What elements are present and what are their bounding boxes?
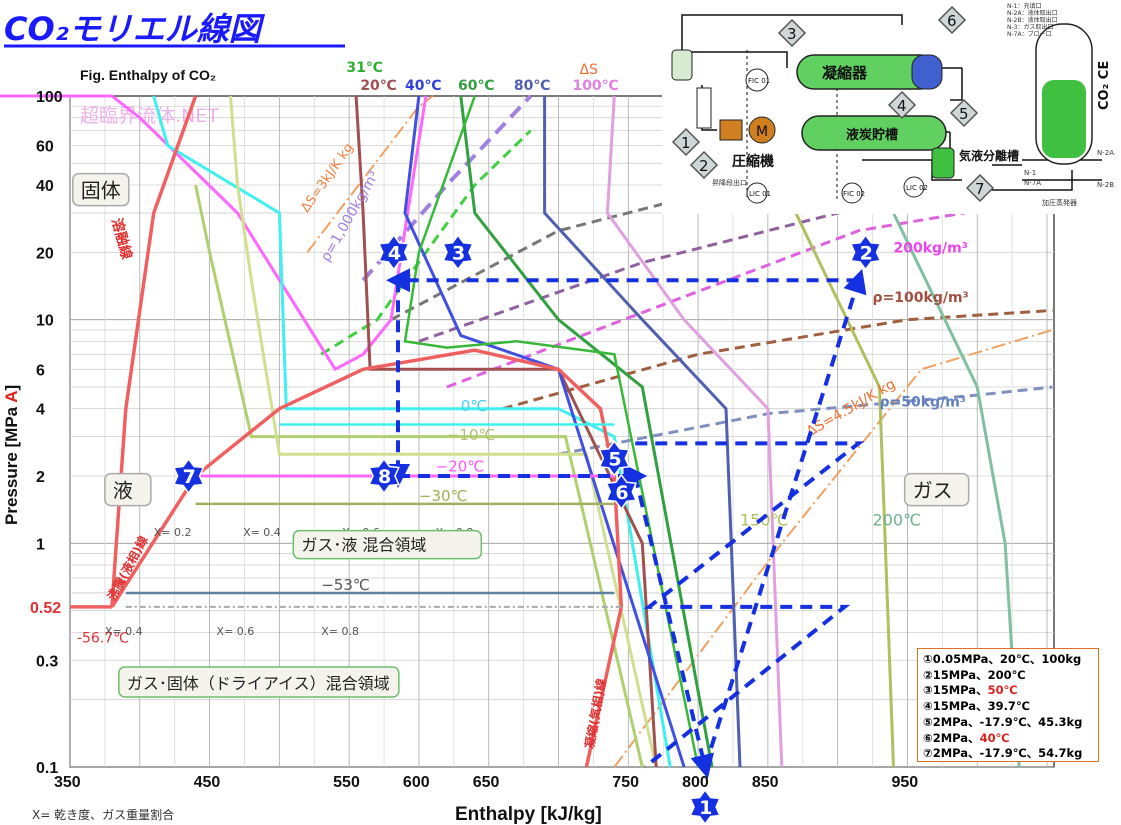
cycle-point-8-label: 8 bbox=[378, 466, 391, 488]
schematic-callout-label: 5 bbox=[959, 105, 969, 123]
schematic-callout-label: 7 bbox=[975, 180, 985, 198]
n2a-label: N-2A bbox=[1097, 149, 1114, 157]
label-rho-200: 200kg/m³ bbox=[893, 240, 967, 256]
label-rho-50: ρ=50kg/m³ bbox=[880, 394, 966, 410]
fic2-label: FIC 02 bbox=[843, 190, 865, 198]
schematic-callout-label: 2 bbox=[699, 157, 709, 175]
fig-caption: Fig. Enthalpy of CO₂ bbox=[80, 67, 216, 83]
label-temp-m10: −10℃ bbox=[447, 426, 496, 444]
schematic-callout-label: 3 bbox=[787, 25, 797, 43]
label-temp-0: 0℃ bbox=[461, 397, 487, 415]
condenser-label: 凝縮器 bbox=[822, 64, 868, 82]
compressor-label: 圧縮機 bbox=[732, 153, 774, 170]
lic2-label: LIC 02 bbox=[906, 184, 928, 192]
label-phase-liquid: 液 bbox=[113, 479, 133, 503]
vessel-label: CO₂ CE bbox=[1097, 61, 1112, 110]
x-tick-label: 450 bbox=[194, 774, 221, 791]
x-tick-label: 800 bbox=[682, 774, 709, 791]
outlet-label: 昇降段出口 bbox=[712, 178, 747, 187]
fic1-label: FIC 01 bbox=[748, 77, 770, 85]
label-region-gas-solid: ガス･固体（ドライアイス）混合領域 bbox=[127, 674, 390, 693]
label-quality: X= 0.4 bbox=[243, 526, 281, 539]
label-temp-m30: −30℃ bbox=[419, 487, 468, 505]
x-tick-label: 950 bbox=[891, 774, 918, 791]
y-tick-label: 0.3 bbox=[36, 653, 58, 670]
y-tick-label: 10 bbox=[36, 313, 54, 330]
separator-label: 気液分離槽 bbox=[959, 148, 1019, 163]
label-temp-m53: −53℃ bbox=[321, 576, 370, 594]
y-tick-label: 100 bbox=[36, 89, 63, 106]
process-schematic: 凝縮器 液炭貯槽 M 圧縮機 昇降段出口 気液分離槽 FIC 01 LIC 01… bbox=[662, 0, 1121, 214]
compressor-icon bbox=[719, 119, 743, 141]
y-tick-label: 20 bbox=[36, 245, 54, 262]
y-tick-label: 6 bbox=[36, 362, 45, 379]
exchanger-icon bbox=[696, 87, 712, 129]
y-tick-label: 0.1 bbox=[36, 760, 58, 777]
label-temp-20: 20℃ bbox=[360, 78, 396, 94]
y-tick-label: 2 bbox=[36, 469, 45, 486]
label-temp-100: 100℃ bbox=[572, 78, 618, 94]
cycle-point-6-label: 6 bbox=[615, 482, 628, 504]
schematic-callout-label: 6 bbox=[947, 12, 957, 30]
y-tick-label: 1 bbox=[36, 536, 45, 553]
state-legend: ①0.05MPa、20℃、100kg ②15MPa、200℃ ③15MPa、50… bbox=[917, 648, 1099, 762]
y-tick-label: 0.52 bbox=[30, 600, 61, 617]
y-tick-label: 40 bbox=[36, 178, 54, 195]
x-tick-label: 850 bbox=[752, 774, 779, 791]
label-ds-top: ΔS bbox=[579, 62, 598, 78]
label-temp-150: 150℃ bbox=[740, 511, 789, 530]
label-temp-200: 200℃ bbox=[873, 511, 922, 530]
cycle-point-2-label: 2 bbox=[860, 242, 873, 264]
y-tick-label: 4 bbox=[36, 402, 45, 419]
quality-note: X= 乾き度、ガス重量割合 bbox=[32, 807, 174, 822]
chart-title: CO₂モリエル線図 bbox=[4, 10, 266, 48]
label-rho-100: ρ=100kg/m³ bbox=[873, 290, 969, 306]
legend-item: ⑤2MPa、-17.9℃、45.3kg bbox=[923, 714, 1083, 729]
motor-label: M bbox=[756, 124, 768, 140]
legend-item: ④15MPa、39.7℃ bbox=[923, 699, 1030, 714]
cycle-point-7-label: 7 bbox=[183, 466, 196, 488]
legend-item: ⑥2MPa、40℃ bbox=[923, 730, 1010, 745]
label-region-gas-liquid: ガス･液 混合領域 bbox=[301, 536, 426, 555]
label-temp-40: 40℃ bbox=[405, 78, 441, 94]
separator-vessel bbox=[931, 147, 955, 179]
legend-item: ③15MPa、50℃ bbox=[923, 683, 1018, 698]
watermark: 超臨界流体.NET bbox=[80, 105, 219, 127]
cycle-point-5-label: 5 bbox=[608, 448, 621, 470]
label-phase-gas: ガス bbox=[913, 479, 953, 503]
label-temp-m20: −20℃ bbox=[436, 457, 485, 475]
n2b-label: N-2B bbox=[1097, 181, 1114, 189]
n7a-label: N-7A bbox=[1024, 179, 1041, 187]
cycle-point-4-label: 4 bbox=[388, 242, 401, 264]
n1-label: N-1 bbox=[1024, 169, 1036, 177]
x-axis-label: Enthalpy [kJ/kg] bbox=[455, 804, 602, 825]
heater-label: 加圧蒸発器 bbox=[1042, 198, 1077, 207]
legend-item: ②15MPa、200℃ bbox=[923, 667, 1026, 682]
label-temp-60: 60℃ bbox=[458, 78, 494, 94]
label-quality: X= 0.8 bbox=[321, 625, 359, 638]
legend-item: ①0.05MPa、20℃、100kg bbox=[923, 652, 1082, 666]
lic1-label: LIC 01 bbox=[749, 190, 771, 198]
label-temp-80: 80℃ bbox=[514, 78, 550, 94]
x-tick-label: 550 bbox=[333, 774, 360, 791]
label-quality: X= 0.2 bbox=[154, 526, 192, 539]
cycle-point-3-label: 3 bbox=[452, 242, 465, 264]
receiver-label: 液炭貯槽 bbox=[846, 127, 898, 143]
label-phase-solid: 固体 bbox=[81, 179, 121, 203]
schematic-callout-label: 1 bbox=[681, 134, 691, 152]
legend-item: ⑦2MPa、-17.9℃、54.7kg bbox=[923, 746, 1083, 761]
y-axis-label: Pressure [MPa A] bbox=[2, 385, 21, 525]
filter-icon bbox=[671, 49, 693, 81]
x-tick-label: 650 bbox=[473, 774, 500, 791]
label-quality: X= 0.4 bbox=[105, 625, 143, 638]
schematic-callout-label: 4 bbox=[897, 97, 907, 115]
y-tick-label: 60 bbox=[36, 139, 54, 156]
label-quality: X= 0.6 bbox=[217, 625, 255, 638]
label-temp-31: 31℃ bbox=[346, 60, 382, 76]
x-tick-label: 600 bbox=[403, 774, 430, 791]
cycle-point-1-label: 1 bbox=[699, 797, 712, 819]
x-tick-label: 750 bbox=[612, 774, 639, 791]
